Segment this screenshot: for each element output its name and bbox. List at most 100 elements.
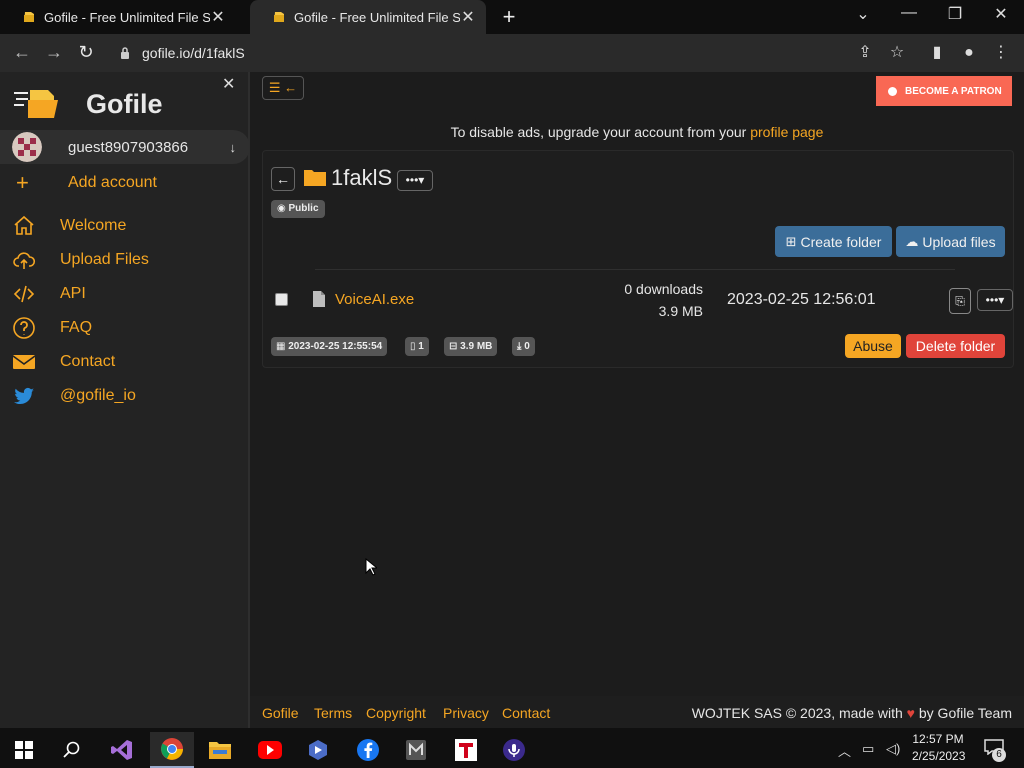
code-icon	[13, 285, 35, 303]
folder-icon	[304, 170, 326, 186]
brand[interactable]: Gofile	[14, 80, 163, 128]
total-size: 3.9 MB	[460, 341, 493, 352]
footer-copyright: WOJTEK SAS © 2023, made with ♥ by Gofile…	[692, 705, 1012, 721]
sidebar-item-label: Upload Files	[60, 251, 149, 268]
create-folder-button[interactable]: ⊞ Create folder	[775, 226, 892, 257]
created-date: 2023-02-25 12:55:54	[288, 341, 383, 352]
file-checkbox[interactable]	[275, 293, 288, 306]
account-switcher[interactable]: guest8907903866 ↓	[0, 130, 250, 164]
toggle-sidebar-button[interactable]: ☰ ←	[262, 76, 304, 100]
close-sidebar-icon[interactable]: ✕	[222, 74, 235, 94]
download-icon: ⤓	[517, 341, 522, 352]
arrow-down-icon: ↓	[229, 139, 237, 155]
add-account-link[interactable]: + Add account	[16, 170, 157, 196]
podcast-app-icon[interactable]	[492, 732, 536, 768]
footer-link-contact[interactable]: Contact	[502, 705, 550, 721]
sidebar-item-upload-files[interactable]: Upload Files	[12, 246, 149, 274]
file-name-link[interactable]: VoiceAI.exe	[335, 291, 414, 308]
url-text: gofile.io/d/1faklS	[142, 45, 245, 61]
folder-name: 1faklS	[331, 165, 393, 190]
reload-icon[interactable]: ↻	[74, 40, 98, 64]
back-button[interactable]: ←	[271, 167, 295, 191]
back-arrow-icon[interactable]: ←	[10, 40, 34, 64]
ad-notice-text: To disable ads, upgrade your account fro…	[450, 124, 747, 140]
gofile-favicon-icon	[24, 12, 34, 22]
eye-icon: ◉	[277, 203, 286, 214]
footer-link-gofile[interactable]: Gofile	[262, 705, 299, 721]
clock-time[interactable]: 12:57 PM	[912, 732, 964, 746]
file-downloads: 0 downloads	[624, 281, 703, 297]
windows-taskbar: ︿ ▭ ◁) 12:57 PM 2/25/2023 6	[0, 728, 1024, 768]
tab-title: Gofile - Free Unlimited File Sharing	[294, 9, 460, 25]
copyright-prefix: WOJTEK SAS © 2023, made with	[691, 705, 903, 721]
question-icon	[13, 317, 35, 339]
become-patron-button[interactable]: BECOME A PATRON	[876, 76, 1012, 106]
new-tab-button[interactable]: +	[498, 4, 520, 30]
file-options-button[interactable]: •••▾	[977, 289, 1013, 311]
plus-icon: +	[16, 170, 29, 195]
file-info-icon[interactable]: ⎘	[949, 288, 971, 314]
address-bar[interactable]: gofile.io/d/1faklS	[110, 39, 916, 67]
browser-tab[interactable]: Gofile - Free Unlimited File Sharing ✕	[0, 0, 236, 34]
close-tab-icon[interactable]: ✕	[460, 7, 476, 27]
delete-folder-button[interactable]: Delete folder	[906, 334, 1005, 358]
file-date: 2023-02-25 12:56:01	[727, 291, 876, 308]
sidebar-item-label: @gofile_io	[60, 387, 136, 404]
file-explorer-icon[interactable]	[198, 732, 242, 768]
clock-date[interactable]: 2/25/2023	[912, 749, 965, 763]
abuse-button[interactable]: Abuse	[845, 334, 901, 358]
chrome-icon[interactable]	[150, 732, 194, 768]
sidebar-item-api[interactable]: API	[12, 280, 86, 308]
calendar-icon: ▦	[276, 341, 286, 352]
browser-tab-active[interactable]: Gofile - Free Unlimited File Sharing ✕	[250, 0, 486, 34]
facebook-icon[interactable]	[346, 732, 390, 768]
youtube-icon[interactable]	[248, 732, 292, 768]
windows-start-icon[interactable]	[2, 732, 46, 768]
app-m-icon[interactable]	[394, 732, 438, 768]
footer-link-terms[interactable]: Terms	[314, 705, 352, 721]
bookmark-star-icon[interactable]: ☆	[886, 42, 908, 64]
visual-studio-icon[interactable]	[100, 732, 144, 768]
lock-icon	[121, 47, 129, 59]
sidebar-item-faq[interactable]: FAQ	[12, 314, 92, 342]
created-date-badge: ▦ 2023-02-25 12:55:54	[271, 337, 388, 356]
profile-icon[interactable]: ●	[958, 42, 980, 64]
sidebar-item-contact[interactable]: Contact	[12, 348, 115, 376]
close-tab-icon[interactable]: ✕	[210, 7, 226, 27]
close-window-button[interactable]: ✕	[988, 4, 1014, 24]
forward-arrow-icon[interactable]: →	[42, 40, 66, 64]
home-icon	[14, 215, 34, 235]
network-icon[interactable]: ▭	[862, 741, 874, 757]
sidebar-item-welcome[interactable]: Welcome	[12, 212, 126, 240]
kebab-menu-icon[interactable]: ⋮	[990, 42, 1012, 64]
file-row: VoiceAI.exe 0 downloads 3.9 MB 2023-02-2…	[263, 273, 1015, 325]
volume-icon[interactable]: ◁)	[886, 741, 900, 757]
restore-button[interactable]: ❐	[942, 4, 968, 24]
file-count: 1	[418, 341, 424, 352]
patreon-icon	[888, 86, 897, 96]
add-account-label: Add account	[68, 174, 157, 191]
sidebar-item-twitter[interactable]: @gofile_io	[12, 382, 136, 410]
upload-files-button[interactable]: ☁ Upload files	[896, 226, 1005, 257]
notification-count: 6	[992, 748, 1006, 762]
cloud-upload-icon: ☁	[905, 233, 919, 249]
ad-notice: To disable ads, upgrade your account fro…	[250, 124, 1024, 140]
main-content: ☰ ← BECOME A PATRON To disable ads, upgr…	[250, 72, 1024, 728]
profile-page-link[interactable]: profile page	[750, 124, 823, 140]
search-icon[interactable]	[50, 732, 94, 768]
media-player-icon[interactable]	[296, 732, 340, 768]
folder-options-button[interactable]: •••▾	[397, 170, 433, 191]
share-icon[interactable]: ⇪	[854, 42, 876, 64]
drive-icon: ⊟	[449, 341, 458, 352]
app-t-icon[interactable]	[444, 732, 488, 768]
footer-link-copyright[interactable]: Copyright	[366, 705, 426, 721]
visibility-badge: ◉ Public	[271, 200, 325, 218]
sidebar-item-label: Contact	[60, 353, 116, 370]
chevron-up-icon[interactable]: ︿	[838, 741, 851, 760]
footer-link-privacy[interactable]: Privacy	[443, 705, 489, 721]
tab-search-icon[interactable]: ⌄	[850, 4, 876, 24]
files-icon: ▯	[410, 341, 416, 352]
minimize-button[interactable]: —	[896, 4, 922, 22]
side-panel-icon[interactable]: ▮	[926, 42, 948, 64]
cloud-upload-icon	[13, 252, 36, 269]
